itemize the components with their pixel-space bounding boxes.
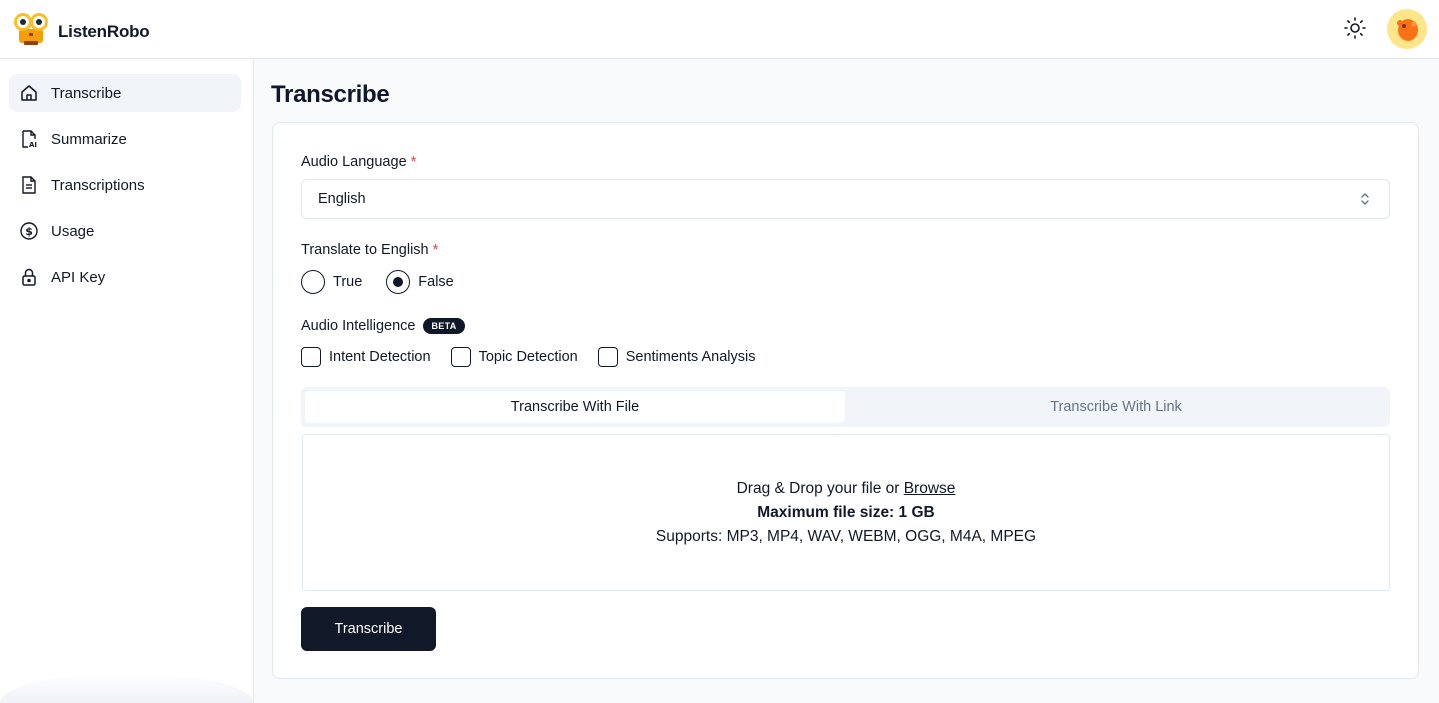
translate-label-text: Translate to English: [301, 242, 429, 258]
transcribe-mode-tabs: Transcribe With File Transcribe With Lin…: [301, 387, 1390, 427]
intent-detection-label[interactable]: Intent Detection: [329, 349, 431, 365]
audio-language-select[interactable]: English: [301, 179, 1390, 219]
radio-selected-dot: [393, 277, 404, 287]
transcribe-form-card: Audio Language * English Translate to Eng…: [272, 122, 1419, 679]
sidebar-item-usage[interactable]: $ Usage: [9, 212, 241, 250]
sidebar-item-label: Usage: [51, 222, 95, 240]
audio-language-label-text: Audio Language: [301, 154, 407, 170]
radio-false[interactable]: [386, 270, 411, 294]
audio-intelligence-options: Intent Detection Topic Detection Sentime…: [301, 347, 755, 367]
top-header: ListenRobo: [0, 0, 1439, 59]
beta-badge: BETA: [423, 318, 465, 335]
audio-intelligence-label: Audio Intelligence BETA: [301, 318, 465, 335]
sidebar-footer-shadow: [0, 673, 254, 703]
tab-transcribe-with-link[interactable]: Transcribe With Link: [846, 391, 1386, 423]
sidebar-item-label: Summarize: [51, 130, 127, 148]
svg-text:$: $: [25, 225, 33, 238]
supported-formats-text: Supports: MP3, MP4, WAV, WEBM, OGG, M4A,…: [655, 528, 1037, 545]
dollar-icon: $: [20, 222, 38, 240]
sidebar-item-transcriptions[interactable]: Transcriptions: [9, 166, 241, 204]
sentiments-analysis-label[interactable]: Sentiments Analysis: [626, 349, 756, 365]
app-name: ListenRobo: [58, 21, 150, 41]
sidebar: Transcribe AI Summarize Transcriptions $…: [0, 59, 254, 703]
sentiments-analysis-checkbox[interactable]: [597, 347, 618, 367]
audio-language-value: English: [318, 191, 366, 207]
required-mark: *: [410, 154, 417, 170]
browse-link[interactable]: Browse: [904, 480, 956, 497]
radio-false-label[interactable]: False: [418, 274, 453, 290]
theme-toggle-button[interactable]: [1341, 16, 1369, 44]
chevron-up-down-icon: [1359, 192, 1371, 211]
dropzone-prompt: Drag & Drop your file or Browse: [303, 480, 1389, 498]
intent-detection-checkbox[interactable]: [301, 347, 321, 367]
main-content: Transcribe Audio Language * English Trans…: [254, 59, 1439, 703]
page-title: Transcribe: [271, 81, 390, 108]
sun-icon: [1343, 16, 1367, 45]
sidebar-item-label: Transcribe: [51, 84, 122, 102]
svg-text:AI: AI: [29, 141, 37, 148]
radio-true-label[interactable]: True: [333, 274, 362, 290]
translate-radio-group: True False: [301, 270, 454, 294]
sidebar-item-label: Transcriptions: [51, 176, 145, 194]
sidebar-item-transcribe[interactable]: Transcribe: [9, 74, 241, 112]
sidebar-item-api-key[interactable]: API Key: [9, 258, 241, 296]
ai-document-icon: AI: [20, 130, 38, 148]
robot-logo-icon: [12, 11, 50, 52]
required-mark: *: [432, 242, 439, 258]
lock-icon: [20, 268, 38, 286]
transcribe-button[interactable]: Transcribe: [301, 607, 436, 651]
audio-language-label: Audio Language *: [301, 154, 416, 170]
topic-detection-checkbox[interactable]: [450, 347, 471, 367]
translate-label: Translate to English *: [301, 242, 438, 258]
brand[interactable]: ListenRobo: [12, 11, 150, 52]
audio-intelligence-label-text: Audio Intelligence: [301, 318, 416, 334]
tab-transcribe-with-file[interactable]: Transcribe With File: [305, 391, 845, 423]
sidebar-item-label: API Key: [51, 268, 106, 286]
file-dropzone[interactable]: Drag & Drop your file or Browse Maximum …: [302, 434, 1390, 591]
topic-detection-label[interactable]: Topic Detection: [479, 349, 578, 365]
max-file-size-text: Maximum file size: 1 GB: [757, 504, 935, 521]
document-icon: [20, 176, 38, 194]
radio-true[interactable]: [301, 270, 325, 294]
home-icon: [20, 84, 38, 102]
dropzone-prompt-text: Drag & Drop your file or: [736, 480, 900, 497]
sidebar-item-summarize[interactable]: AI Summarize: [9, 120, 241, 158]
user-avatar[interactable]: [1387, 9, 1427, 49]
